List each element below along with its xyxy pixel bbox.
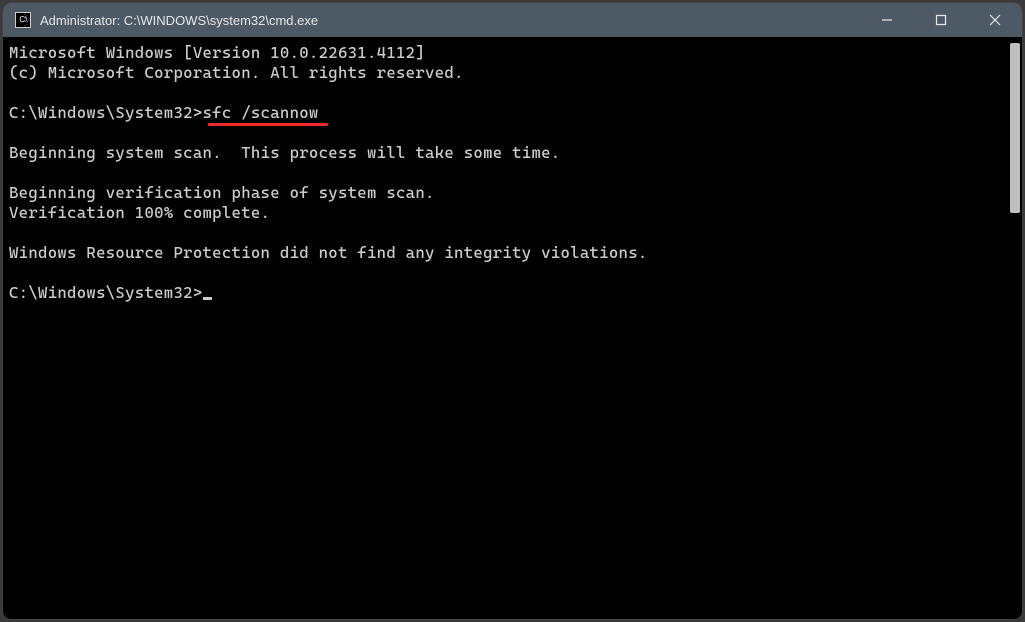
output-line: Windows Resource Protection did not find… [9,243,648,262]
terminal-area: Microsoft Windows [Version 10.0.22631.41… [3,37,1022,619]
terminal-output[interactable]: Microsoft Windows [Version 10.0.22631.41… [3,37,1006,619]
vertical-scrollbar[interactable] [1006,37,1022,619]
cmd-icon: C:\ [15,12,31,28]
banner-line: Microsoft Windows [Version 10.0.22631.41… [9,43,425,62]
close-icon [989,14,1001,26]
titlebar[interactable]: C:\ Administrator: C:\WINDOWS\system32\c… [3,3,1022,37]
window-title: Administrator: C:\WINDOWS\system32\cmd.e… [40,13,318,28]
cursor-icon [203,297,212,300]
minimize-icon [881,14,893,26]
output-line: Beginning verification phase of system s… [9,183,435,202]
prompt-path: C:\Windows\System32> [9,283,203,302]
minimize-button[interactable] [860,3,914,37]
maximize-icon [935,14,947,26]
scrollbar-thumb[interactable] [1010,43,1020,213]
output-line: Verification 100% complete. [9,203,270,222]
maximize-button[interactable] [914,3,968,37]
close-button[interactable] [968,3,1022,37]
entered-command: sfc /scannow [203,103,319,122]
prompt-path: C:\Windows\System32> [9,103,203,122]
output-line: Beginning system scan. This process will… [9,143,560,162]
banner-line: (c) Microsoft Corporation. All rights re… [9,63,464,82]
annotation-underline [208,123,328,126]
cmd-window: C:\ Administrator: C:\WINDOWS\system32\c… [3,3,1022,619]
